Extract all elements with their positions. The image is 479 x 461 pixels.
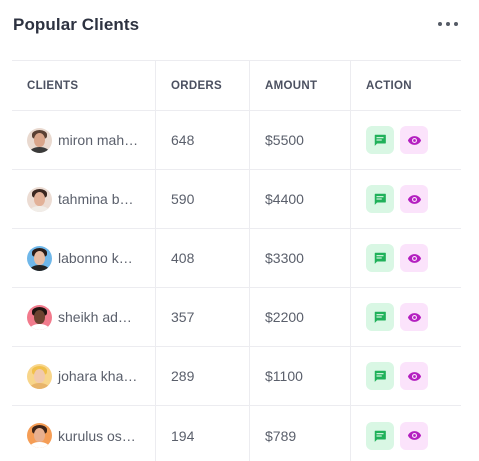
clients-table: CLIENTS ORDERS AMOUNT ACTION miron mah… … bbox=[12, 60, 461, 461]
amount-value: $2200 bbox=[265, 309, 304, 325]
avatar[interactable] bbox=[27, 304, 52, 330]
orders-value: 648 bbox=[171, 132, 195, 148]
amount-cell: $1100 bbox=[250, 347, 351, 405]
column-header-action: ACTION bbox=[366, 79, 412, 92]
avatar[interactable] bbox=[27, 423, 52, 448]
amount-value: $789 bbox=[265, 427, 297, 444]
avatar[interactable] bbox=[27, 127, 52, 153]
client-name[interactable]: labonno k… bbox=[58, 250, 133, 266]
orders-value: 289 bbox=[171, 368, 195, 384]
eye-icon bbox=[407, 253, 421, 263]
client-name[interactable]: kurulus os… bbox=[58, 428, 136, 444]
message-icon bbox=[374, 311, 386, 323]
message-button[interactable] bbox=[366, 244, 394, 272]
amount-cell: $4400 bbox=[250, 170, 351, 228]
table-header-row: CLIENTS ORDERS AMOUNT ACTION bbox=[12, 61, 461, 111]
client-cell: miron mah… bbox=[12, 111, 156, 169]
client-name[interactable]: johara kha… bbox=[58, 368, 137, 384]
table-row: johara kha… 289 $1100 bbox=[12, 347, 461, 406]
avatar[interactable] bbox=[27, 363, 52, 389]
orders-value: 357 bbox=[171, 309, 195, 325]
action-cell bbox=[351, 347, 461, 405]
action-cell bbox=[351, 288, 461, 346]
client-cell: sheikh ad… bbox=[12, 288, 156, 346]
orders-cell: 590 bbox=[156, 170, 250, 228]
amount-cell: $5500 bbox=[250, 111, 351, 169]
amount-value: $5500 bbox=[265, 132, 304, 148]
table-row: miron mah… 648 $5500 bbox=[12, 111, 461, 170]
orders-cell: 648 bbox=[156, 111, 250, 169]
message-icon bbox=[374, 252, 386, 264]
more-horizontal-icon[interactable] bbox=[438, 16, 458, 32]
amount-cell: $3300 bbox=[250, 229, 351, 287]
action-cell bbox=[351, 406, 461, 461]
amount-cell: $2200 bbox=[250, 288, 351, 346]
message-button[interactable] bbox=[366, 126, 394, 154]
client-cell: johara kha… bbox=[12, 347, 156, 405]
view-button[interactable] bbox=[400, 362, 428, 390]
client-cell: labonno k… bbox=[12, 229, 156, 287]
amount-value: $4400 bbox=[265, 191, 304, 207]
card-title: Popular Clients bbox=[13, 15, 140, 34]
eye-icon bbox=[407, 194, 421, 204]
view-button[interactable] bbox=[400, 421, 428, 450]
message-button[interactable] bbox=[366, 185, 394, 213]
column-header-orders[interactable]: ORDERS bbox=[156, 61, 250, 110]
orders-value: 590 bbox=[171, 191, 195, 207]
client-name[interactable]: miron mah… bbox=[58, 132, 138, 148]
message-icon bbox=[374, 370, 386, 382]
eye-icon bbox=[407, 312, 421, 322]
action-cell bbox=[351, 229, 461, 287]
column-header-clients[interactable]: CLIENTS bbox=[12, 61, 156, 110]
action-cell bbox=[351, 170, 461, 228]
message-icon bbox=[374, 134, 386, 146]
orders-value: 194 bbox=[171, 427, 195, 444]
table-row: tahmina b… 590 $4400 bbox=[12, 170, 461, 229]
eye-icon bbox=[407, 371, 421, 381]
avatar[interactable] bbox=[27, 186, 52, 212]
table-row: sheikh ad… 357 $2200 bbox=[12, 288, 461, 347]
orders-cell: 408 bbox=[156, 229, 250, 287]
table-row: labonno k… 408 $3300 bbox=[12, 229, 461, 288]
view-button[interactable] bbox=[400, 244, 428, 272]
message-button[interactable] bbox=[366, 421, 394, 450]
client-name[interactable]: sheikh ad… bbox=[58, 309, 132, 325]
orders-cell: 357 bbox=[156, 288, 250, 346]
eye-icon bbox=[407, 431, 421, 440]
column-header-amount[interactable]: AMOUNT bbox=[250, 61, 351, 110]
view-button[interactable] bbox=[400, 185, 428, 213]
avatar[interactable] bbox=[27, 245, 52, 271]
table-row: kurulus os… 194 $789 bbox=[12, 406, 461, 461]
message-icon bbox=[374, 193, 386, 205]
orders-cell: 289 bbox=[156, 347, 250, 405]
orders-cell: 194 bbox=[156, 406, 250, 461]
popular-clients-card: Popular Clients CLIENTS ORDERS AMOUNT AC… bbox=[0, 0, 479, 461]
action-cell bbox=[351, 111, 461, 169]
orders-value: 408 bbox=[171, 250, 195, 266]
amount-cell: $789 bbox=[250, 406, 351, 461]
amount-value: $3300 bbox=[265, 250, 304, 266]
message-button[interactable] bbox=[366, 362, 394, 390]
message-button[interactable] bbox=[366, 303, 394, 331]
client-cell: kurulus os… bbox=[12, 406, 156, 461]
view-button[interactable] bbox=[400, 126, 428, 154]
client-cell: tahmina b… bbox=[12, 170, 156, 228]
eye-icon bbox=[407, 135, 421, 145]
client-name[interactable]: tahmina b… bbox=[58, 191, 133, 207]
view-button[interactable] bbox=[400, 303, 428, 331]
message-icon bbox=[374, 430, 386, 442]
amount-value: $1100 bbox=[265, 368, 303, 384]
